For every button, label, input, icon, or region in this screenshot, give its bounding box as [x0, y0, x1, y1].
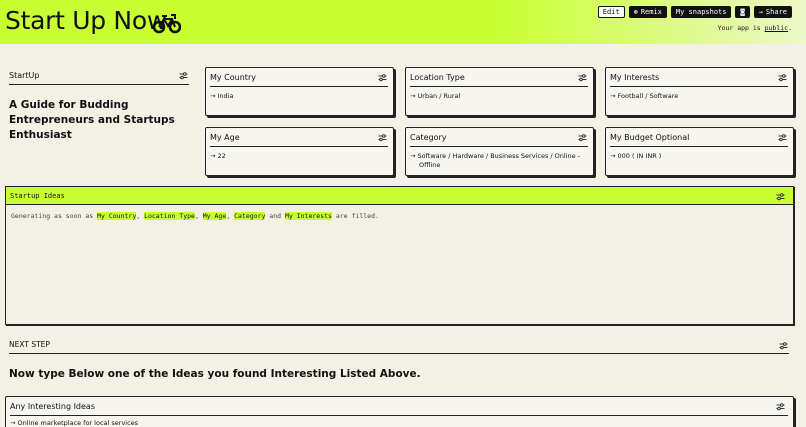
arrow-right-icon: →: [758, 8, 763, 16]
camera-icon: ◙: [740, 8, 745, 16]
divider: [210, 146, 388, 147]
card-title: My Age: [210, 133, 240, 142]
filter-icon[interactable]: [179, 71, 188, 80]
filter-icon[interactable]: [578, 73, 587, 82]
divider: [9, 353, 789, 354]
age-value: → 22: [210, 152, 226, 160]
category-card[interactable]: Category → Software / Hardware / Busines…: [405, 127, 594, 176]
card-title: Category: [410, 133, 447, 142]
public-link[interactable]: public: [765, 24, 788, 32]
ideas-title: Startup Ideas: [10, 192, 65, 200]
ideas-placeholder: Generating as soon as My Country, Locati…: [11, 212, 379, 220]
card-title: My Budget Optional: [610, 133, 690, 142]
country-value: → India: [210, 92, 234, 100]
remix-button[interactable]: ⊛ Remix: [628, 6, 667, 18]
app-header: Start Up Now Edit ⊛ Remix My snapshots ◙ …: [0, 0, 806, 44]
filter-icon[interactable]: [776, 192, 785, 201]
filter-icon[interactable]: [778, 73, 787, 82]
ideas-header: Startup Ideas: [6, 187, 793, 205]
filter-icon[interactable]: [578, 133, 587, 142]
motorcycle-icon: [153, 14, 181, 34]
budget-value: → 000 ( IN INR ): [610, 152, 662, 160]
divider: [210, 86, 388, 87]
budget-card[interactable]: My Budget Optional → 000 ( IN INR ): [605, 127, 794, 176]
card-title: Any Interesting Ideas: [10, 402, 95, 411]
camera-button[interactable]: ◙: [735, 6, 750, 18]
location-card[interactable]: Location Type → Urban / Rural: [405, 67, 594, 116]
filter-icon[interactable]: [378, 133, 387, 142]
card-title: My Country: [210, 73, 256, 82]
filter-icon[interactable]: [778, 133, 787, 142]
country-card[interactable]: My Country → India: [205, 67, 394, 116]
remix-icon: ⊛: [633, 8, 638, 16]
startup-label: StartUp: [9, 71, 40, 80]
card-title: My Interests: [610, 73, 660, 82]
divider: [610, 146, 788, 147]
divider: [410, 146, 588, 147]
location-value: → Urban / Rural: [410, 92, 461, 100]
share-button[interactable]: → Share: [753, 6, 792, 18]
interesting-ideas-card[interactable]: Any Interesting Ideas → Online marketpla…: [5, 396, 794, 427]
category-value: → Software / Hardware / Business Service…: [410, 152, 581, 169]
snapshots-button[interactable]: My snapshots: [670, 6, 732, 18]
public-note: Your app is public.: [717, 24, 792, 32]
divider: [610, 86, 788, 87]
next-step-heading: Now type Below one of the Ideas you foun…: [9, 368, 421, 380]
startup-ideas-panel: Startup Ideas Generating as soon as My C…: [5, 186, 794, 325]
age-card[interactable]: My Age → 22: [205, 127, 394, 176]
divider: [9, 84, 189, 85]
card-title: Location Type: [410, 73, 465, 82]
filter-icon[interactable]: [779, 341, 788, 350]
next-step-label: NEXT STEP: [9, 340, 50, 349]
divider: [10, 415, 788, 416]
edit-button[interactable]: Edit: [597, 6, 625, 18]
guide-heading: A Guide for Budding Entrepreneurs and St…: [9, 99, 175, 141]
interests-card[interactable]: My Interests → Football / Software: [605, 67, 794, 116]
app-title: Start Up Now: [5, 6, 167, 35]
interests-value: → Football / Software: [610, 92, 679, 100]
filter-icon[interactable]: [776, 402, 785, 411]
interesting-value: → Online marketplace for local services: [10, 419, 139, 427]
divider: [410, 86, 588, 87]
filter-icon[interactable]: [378, 73, 387, 82]
